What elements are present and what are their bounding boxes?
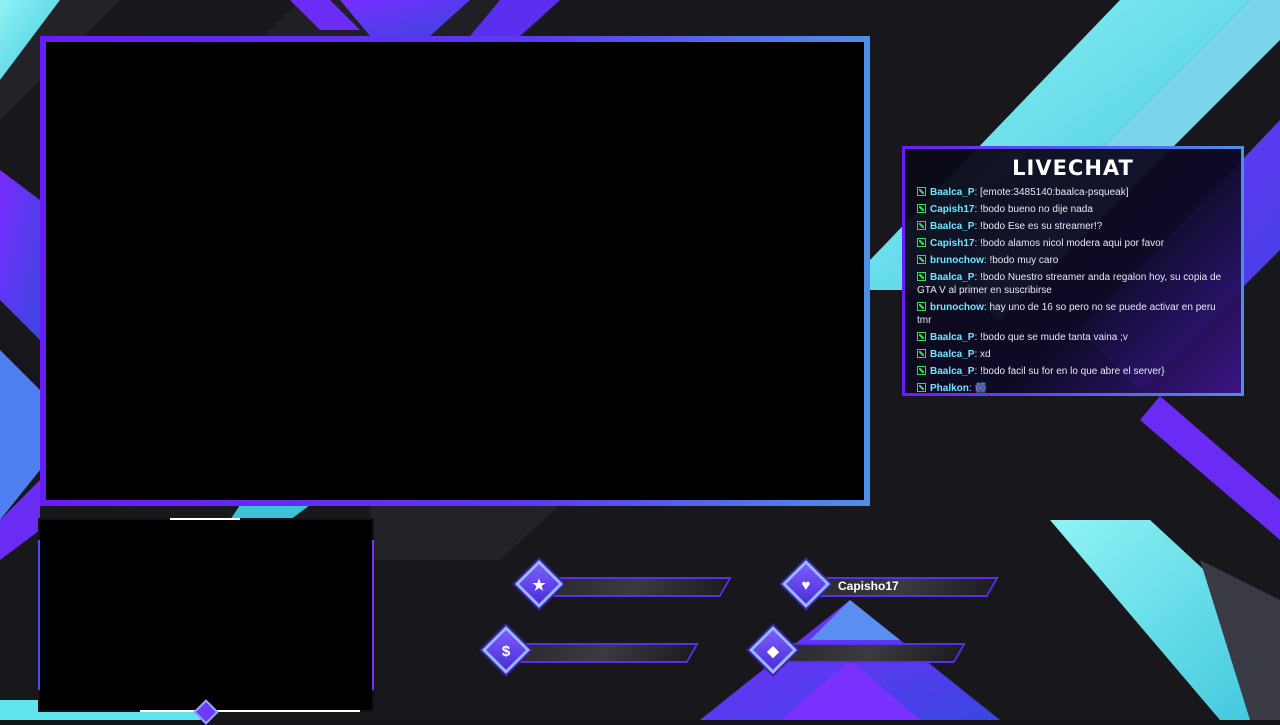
moderator-badge-icon	[917, 272, 926, 281]
moderator-badge-icon	[917, 332, 926, 341]
chat-text: : !bodo muy caro	[983, 255, 1059, 266]
cam-frame-diamond-icon	[193, 699, 219, 725]
chat-message: brunochow: !bodo muy caro	[917, 254, 1229, 267]
webcam-frame	[38, 518, 374, 725]
donation-widget: $	[481, 625, 699, 675]
subscriber-bar	[807, 577, 999, 597]
chat-text: : !bodo facil su for en lo que abre el s…	[974, 366, 1165, 377]
moderator-badge-icon	[917, 221, 926, 230]
chat-username: brunochow	[930, 255, 984, 266]
cam-frame-accent-top	[170, 518, 240, 520]
main-video-frame	[40, 36, 870, 506]
chat-message: Baalca_P: !bodo Ese es su streamer!?	[917, 220, 1229, 233]
chat-username: Baalca_P	[930, 221, 975, 232]
chat-username: Capish17	[930, 238, 975, 249]
dollar-icon: $	[501, 643, 511, 660]
chat-username: Baalca_P	[930, 272, 975, 283]
chat-username: Baalca_P	[930, 332, 975, 343]
chat-text: : 🎆	[968, 383, 987, 394]
chat-username: Baalca_P	[930, 366, 975, 377]
chat-username: Baalca_P	[930, 187, 975, 198]
subscriber-widget: ♥ Capisho17	[781, 559, 999, 609]
chat-message: Baalca_P: xd	[917, 348, 1229, 361]
moderator-badge-icon	[917, 383, 926, 392]
chat-text: : [emote:3485140:baalca-psqueak]	[974, 187, 1129, 198]
moderator-badge-icon	[917, 366, 926, 375]
moderator-badge-icon	[917, 238, 926, 247]
chat-text: : !bodo bueno no dije nada	[974, 204, 1093, 215]
moderator-badge-icon	[917, 349, 926, 358]
bits-bar	[774, 643, 966, 663]
chat-message-list[interactable]: Baalca_P: [emote:3485140:baalca-psqueak]…	[905, 186, 1241, 394]
chat-text: : !bodo Ese es su streamer!?	[974, 221, 1103, 232]
bits-widget: ◆	[748, 625, 966, 675]
follower-widget: ★	[514, 559, 732, 609]
follower-bar	[540, 577, 732, 597]
heart-icon: ♥	[801, 577, 811, 594]
moderator-badge-icon	[917, 255, 926, 264]
diamond-icon: ◆	[767, 643, 779, 660]
chat-username: Capish17	[930, 204, 975, 215]
cam-frame-accent-left	[38, 540, 40, 690]
chat-message: Baalca_P: !bodo facil su for en lo que a…	[917, 365, 1229, 378]
chat-username: Baalca_P	[930, 349, 975, 360]
subscriber-value: Capisho17	[838, 579, 899, 593]
cam-frame-accent-right	[372, 540, 374, 690]
chat-text: : !bodo alamos nicol modera aqui por fav…	[974, 238, 1165, 249]
moderator-badge-icon	[917, 302, 926, 311]
donation-bar	[507, 643, 699, 663]
chat-username: brunochow	[930, 302, 984, 313]
chat-message: Baalca_P: !bodo que se mude tanta vaina …	[917, 331, 1229, 344]
cam-frame-accent-bottom	[140, 710, 360, 712]
star-icon: ★	[532, 577, 546, 594]
chat-message: Phalkon: 🎆	[917, 382, 1229, 394]
chat-text: : !bodo que se mude tanta vaina ;v	[974, 332, 1128, 343]
livechat-panel: LIVECHAT Baalca_P: [emote:3485140:baalca…	[902, 146, 1244, 396]
chat-message: Capish17: !bodo alamos nicol modera aqui…	[917, 237, 1229, 250]
chat-message: Baalca_P: [emote:3485140:baalca-psqueak]	[917, 186, 1229, 199]
moderator-badge-icon	[917, 204, 926, 213]
chat-username: Phalkon	[930, 383, 969, 394]
chat-message: Capish17: !bodo bueno no dije nada	[917, 203, 1229, 216]
livechat-title: LIVECHAT	[1012, 156, 1134, 180]
chat-text: : xd	[974, 349, 991, 360]
chat-message: Baalca_P: !bodo Nuestro streamer anda re…	[917, 271, 1229, 297]
moderator-badge-icon	[917, 187, 926, 196]
chat-message: brunochow: hay uno de 16 so pero no se p…	[917, 301, 1229, 327]
